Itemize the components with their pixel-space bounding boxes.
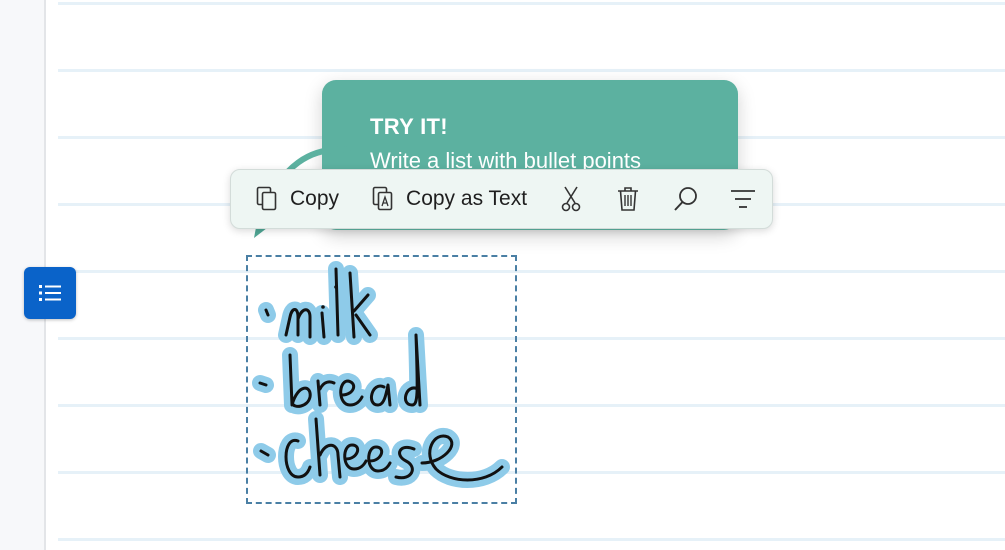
selection-box[interactable] xyxy=(246,255,517,504)
search-button[interactable] xyxy=(673,177,699,221)
ruled-line xyxy=(58,471,1005,474)
search-icon xyxy=(674,187,697,211)
ruled-line xyxy=(58,337,1005,340)
trash-icon xyxy=(618,187,639,211)
copy-label: Copy xyxy=(290,187,340,210)
filter-button[interactable] xyxy=(730,177,756,221)
bulleted-list-button[interactable] xyxy=(24,267,76,319)
ruled-line xyxy=(58,538,1005,541)
tooltip-title: TRY IT! xyxy=(370,114,448,139)
ruled-line xyxy=(58,270,1005,273)
cut-button[interactable] xyxy=(561,177,581,221)
ruled-line xyxy=(58,69,1005,72)
copy-as-text-icon xyxy=(372,186,393,211)
ruled-line xyxy=(58,404,1005,407)
copy-icon xyxy=(256,186,277,211)
ruled-line xyxy=(58,2,1005,5)
delete-button[interactable] xyxy=(617,177,639,221)
copy-button[interactable]: Copy xyxy=(256,177,339,221)
copy-as-text-label: Copy as Text xyxy=(406,187,528,210)
copy-as-text-button[interactable]: Copy as Text xyxy=(372,177,527,221)
bulleted-list-icon xyxy=(39,285,61,301)
scissors-icon xyxy=(561,186,581,212)
filter-icon xyxy=(731,190,756,208)
selection-toolbar: Copy Copy as Text xyxy=(230,169,773,229)
